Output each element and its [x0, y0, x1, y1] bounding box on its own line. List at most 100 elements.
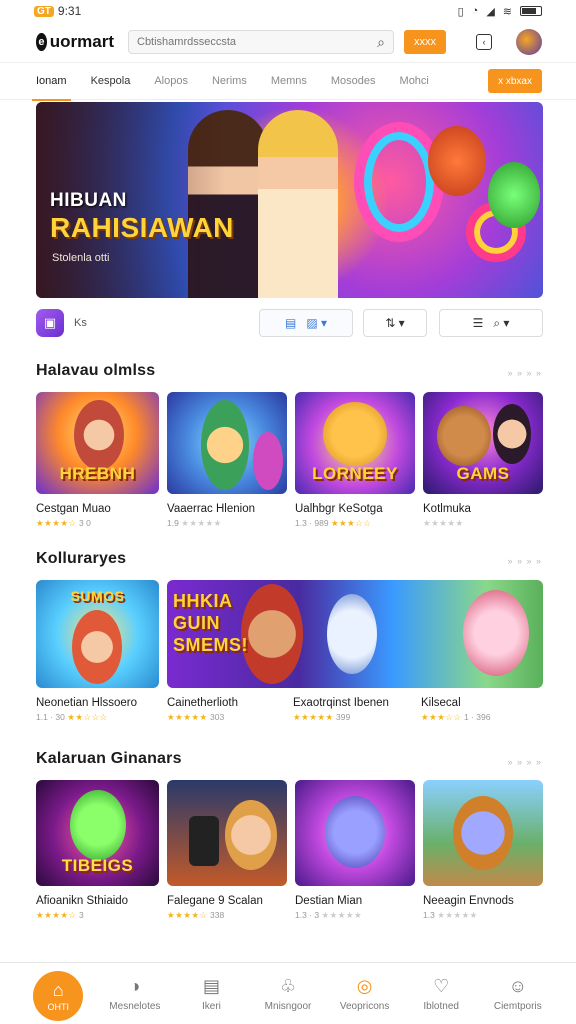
hero-mascot-dino	[488, 162, 540, 228]
game-rating: ★★★★☆ 3	[36, 910, 159, 921]
hero-banner[interactable]: HIBUAN RAHISIAWAN Stolenla otti	[36, 102, 543, 298]
game-grid-1: HREBNH Cestgan Muao ★★★★☆ 3 0 Vaaerrac H…	[36, 392, 543, 529]
section-more-2[interactable]: » » » »	[507, 556, 542, 566]
sort-button[interactable]: ⇅ ▾	[363, 309, 427, 337]
game-card-wide[interactable]: HHKIA GUIN SMEMS! Cainetherlioth ★★★★★ 3…	[167, 580, 543, 723]
group-icon: ♧	[279, 976, 297, 996]
rating-meta: 399	[335, 712, 351, 722]
game-title: Falegane 9 Scalan	[167, 895, 263, 907]
rating-stars: ★★★★☆	[36, 518, 77, 528]
tab-new[interactable]: Nerims	[212, 62, 247, 100]
game-card[interactable]: GAMS Kotlmuka ★★★★★	[423, 392, 543, 529]
search-icon[interactable]: ⌕	[377, 34, 385, 51]
game-card[interactable]: HREBNH Cestgan Muao ★★★★☆ 3 0	[36, 392, 159, 529]
rating-meta: 1.9	[167, 518, 179, 528]
tabs-cta-button[interactable]: x xbxax	[488, 69, 542, 93]
rating-stars: ★★★★★	[167, 712, 208, 722]
nav-label: Mesnelotes	[109, 1000, 161, 1012]
game-thumbnail	[423, 780, 543, 886]
grid-icon: ▤	[284, 316, 297, 330]
game-caption: SUMOS	[70, 588, 125, 604]
data-icon: ≋	[502, 5, 512, 18]
rating-stars: ★★★★★	[181, 518, 222, 528]
filter-button[interactable]: ☰ ⌕ ▾	[439, 309, 543, 337]
game-thumbnail	[295, 780, 415, 886]
game-card[interactable]: Neeagin Envnods 1.3 ★★★★★	[423, 780, 543, 921]
tab-popular[interactable]: Kespola	[91, 62, 131, 100]
system-icons: ▯ ◔ ◢ ≋	[458, 5, 542, 18]
hero-title-line1: HIBUAN	[50, 190, 127, 211]
nav-discover[interactable]: ◑ Mesnelotes	[97, 976, 174, 1012]
nav-label: Iblotned	[423, 1000, 459, 1012]
game-card[interactable]: Vaaerrac Hlenion 1.9 ★★★★★	[167, 392, 287, 529]
tab-more[interactable]: Mohci	[400, 62, 429, 100]
avatar[interactable]	[516, 29, 542, 55]
wide-card-labels: Cainetherlioth ★★★★★ 303 Exaotrqinst Ibe…	[167, 688, 543, 723]
list-icon: ▤	[202, 976, 220, 996]
toolbar-label: Ks	[74, 317, 87, 329]
nav-featured[interactable]: ◎ Veopricons	[326, 976, 403, 1012]
search-input[interactable]	[137, 36, 378, 48]
bottom-nav: ⌂ OHTI ◑ Mesnelotes ▤ Ikeri ♧ Mnisngoor …	[0, 962, 576, 1024]
tab-modes[interactable]: Mosodes	[331, 62, 376, 100]
section-title-3: Kalaruan Ginanars	[36, 750, 182, 767]
nav-label: Ciemtporis	[493, 1000, 542, 1012]
section-more-1[interactable]: » » » »	[507, 368, 542, 378]
ring-icon: ◎	[356, 976, 373, 996]
home-icon: ⌂	[52, 980, 64, 1000]
game-thumbnail	[167, 392, 287, 494]
game-thumbnail	[167, 780, 287, 886]
signal-icon: ◢	[486, 5, 495, 18]
game-card[interactable]: TIBEIGS Afioanikn Sthiaido ★★★★☆ 3	[36, 780, 159, 921]
bubble-icon: ♡	[433, 976, 450, 996]
game-title: Kilsecal	[421, 697, 461, 709]
nav-label: Mnisngoor	[264, 1000, 312, 1012]
hero-wheel-graphic	[354, 122, 444, 242]
game-caption: HREBNH	[59, 464, 136, 483]
brand[interactable]: e uormart	[36, 32, 114, 52]
game-card[interactable]: SUMOS Neonetian Hlssoero 1.1 · 30 ★★☆☆☆	[36, 580, 159, 723]
nav-home-button[interactable]: ⌂ OHTI	[33, 970, 84, 1021]
game-caption: HHKIA GUIN SMEMS!	[173, 591, 248, 655]
tab-home[interactable]: Ionam	[32, 62, 71, 101]
game-caption: LORNEEY	[312, 464, 398, 483]
game-card[interactable]: Falegane 9 Scalan ★★★★☆ 338	[167, 780, 287, 921]
tab-memes[interactable]: Memns	[271, 62, 307, 100]
rating-stars: ★★☆☆☆	[67, 712, 108, 722]
rating-meta: 303	[209, 712, 225, 722]
status-bar: GT 9:31 ▯ ◔ ◢ ≋	[0, 0, 576, 22]
view-toggle[interactable]: ▤ ▨ ▾	[259, 309, 353, 337]
game-grid-2: SUMOS Neonetian Hlssoero 1.1 · 30 ★★☆☆☆ …	[36, 580, 543, 723]
game-rating: ★★★★★ 303	[167, 712, 293, 723]
rating-meta: 1.3	[423, 910, 435, 920]
hero-mascot-fox	[428, 126, 486, 196]
search-button[interactable]: xxxx	[404, 30, 446, 54]
game-title: Destian Mian	[295, 895, 363, 907]
rating-stars: ★★★★★	[437, 910, 478, 920]
compass-icon: ◑	[129, 976, 141, 996]
notification-icon[interactable]: ‹	[476, 34, 492, 50]
tab-apps[interactable]: Alopos	[154, 62, 188, 100]
game-card[interactable]: LORNEEY Ualhbgr KeSotga 1.3 · 989 ★★★☆☆	[295, 392, 415, 529]
rating-stars: ★★★☆☆	[330, 518, 372, 528]
rating-meta: 1.3 · 3	[295, 910, 320, 920]
hero-title-line2: RAHISIAWAN	[50, 212, 234, 243]
game-grid-3: TIBEIGS Afioanikn Sthiaido ★★★★☆ 3 Faleg…	[36, 780, 543, 921]
carrier-badge: GT	[34, 5, 54, 17]
app-icon[interactable]: ▣	[36, 309, 64, 337]
nav-profile[interactable]: ☺ Ciemtporis	[479, 976, 556, 1012]
nav-home[interactable]: ⌂ OHTI	[20, 967, 97, 1021]
section-more-3[interactable]: » » » »	[507, 757, 542, 767]
game-rating: ★★★★★	[423, 518, 543, 529]
category-tabs: Ionam Kespola Alopos Nerims Memns Mosode…	[0, 62, 576, 101]
rating-meta: 1.1 · 30	[36, 712, 65, 722]
nav-list[interactable]: ▤ Ikeri	[173, 976, 250, 1012]
rating-stars: ★★★☆☆	[421, 712, 462, 722]
nav-group[interactable]: ♧ Mnisngoor	[250, 976, 327, 1012]
nav-messages[interactable]: ♡ Iblotned	[403, 976, 480, 1012]
game-thumbnail-wide: HHKIA GUIN SMEMS!	[167, 580, 543, 688]
vibrate-icon: ▯	[457, 5, 464, 18]
game-title: Cainetherlioth	[167, 697, 238, 709]
game-thumbnail: HREBNH	[36, 392, 159, 494]
game-card[interactable]: Destian Mian 1.3 · 3 ★★★★★	[295, 780, 415, 921]
